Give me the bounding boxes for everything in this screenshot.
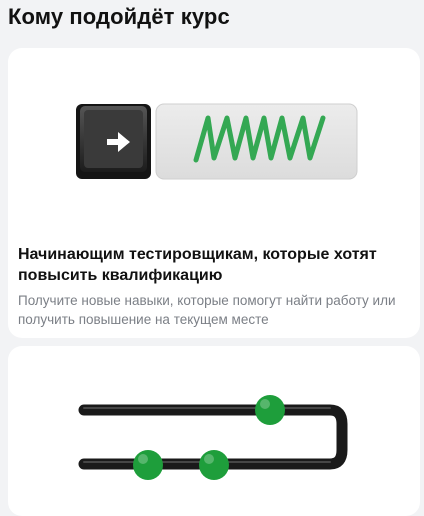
play-key-illustration <box>76 103 358 180</box>
abacus-bead-icon <box>199 450 229 480</box>
zigzag-signal-icon <box>155 103 358 180</box>
abacus-bead-icon <box>133 450 163 480</box>
abacus-illustration <box>78 395 348 480</box>
play-key-icon <box>76 104 151 179</box>
audience-card-abacus <box>8 346 420 516</box>
card-description: Получите новые навыки, которые помогут н… <box>18 293 396 327</box>
abacus-bead-icon <box>255 395 285 425</box>
audience-card-beginners: Начинающим тестировщикам, которые хотят … <box>8 48 420 338</box>
card-title: Начинающим тестировщикам, которые хотят … <box>18 246 377 284</box>
section-title: Кому подойдёт курс <box>8 4 230 29</box>
